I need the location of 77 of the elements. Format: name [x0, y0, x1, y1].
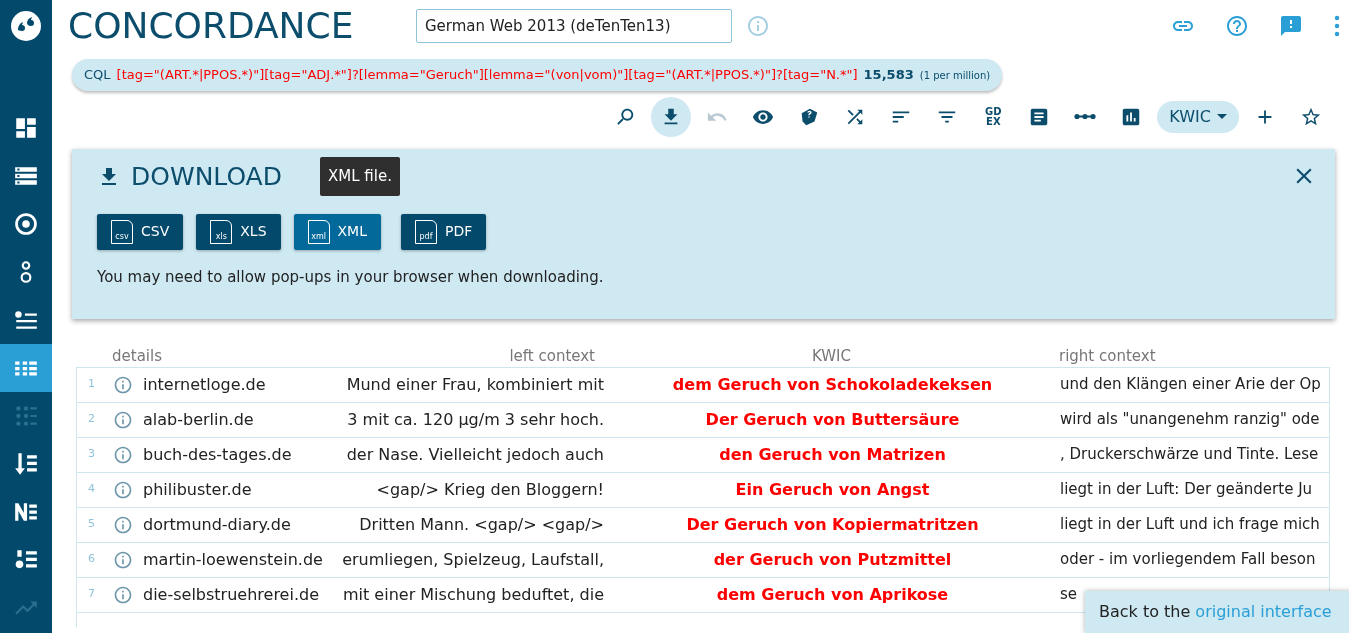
right-context: se — [1060, 585, 1078, 604]
dashboard-icon — [13, 115, 39, 141]
info-icon[interactable] — [113, 479, 133, 500]
keyword-in-context: Der Geruch von Kopiermatritzen — [686, 514, 979, 534]
info-icon[interactable] — [113, 444, 133, 465]
keyword-in-context: Der Geruch von Buttersäure — [705, 409, 960, 429]
more-icon[interactable] — [1333, 15, 1341, 37]
info-icon[interactable] — [113, 584, 133, 605]
back-text: Back to the — [1099, 601, 1191, 623]
source-domain: die-selbstruehrerei.de — [143, 583, 319, 606]
keyword-in-context: Ein Geruch von Angst — [735, 479, 930, 499]
row-number: 7 — [88, 587, 95, 601]
column-header: details — [112, 346, 162, 365]
download-format-button[interactable]: pdf PDF — [401, 213, 487, 250]
file-icon: pdf — [415, 219, 437, 244]
file-icon: xml — [307, 219, 330, 244]
keyword-in-context: der Geruch von Putzmittel — [713, 549, 952, 569]
file-icon: csv — [111, 219, 133, 244]
info-icon[interactable] — [113, 374, 133, 395]
keyword-in-context: dem Geruch von Aprikose — [716, 584, 949, 604]
popup-note: You may need to allow pop-ups in your browser when downloading. — [97, 266, 605, 288]
query-type-label: CQL — [84, 66, 111, 84]
source-domain: internetloge.de — [143, 373, 266, 396]
help-icon[interactable] — [1225, 14, 1249, 38]
left-context: 3 mit ca. 120 µg/m 3 sehr hoch. — [347, 409, 604, 429]
column-header: left context — [509, 346, 595, 365]
file-icon: xls — [210, 219, 233, 244]
hit-count: 15,583 — [863, 66, 914, 84]
right-context: oder - im vorliegendem Fall beson — [1060, 550, 1316, 569]
panel-title: DOWNLOAD — [131, 160, 282, 193]
row-number: 1 — [88, 377, 95, 391]
info-icon[interactable] — [113, 514, 133, 535]
source-domain: dortmund-diary.de — [143, 513, 291, 536]
dots-line-icon — [1073, 113, 1098, 120]
grid-icon — [13, 403, 39, 429]
keyword-in-context: dem Geruch von Schokoladekeksen — [672, 374, 993, 394]
row-number: 4 — [88, 482, 95, 496]
keyword-in-context: den Geruch von Matrizen — [719, 444, 946, 464]
query-text: [tag="(ART.*|PPOS.*)"][tag="ADJ.*"]?[lemma="Geruch"][lemma="(von|vom)"][tag="(ART.*|PPOS.*)"]?[tag="N.*"] — [116, 66, 858, 84]
row-number: 6 — [88, 552, 95, 566]
source-domain: alab-berlin.de — [143, 408, 254, 431]
download-format-button[interactable]: xls XLS — [196, 213, 281, 250]
download-format-button[interactable]: csv CSV — [97, 213, 184, 250]
info-icon[interactable] — [113, 549, 133, 570]
relative-frequency: (1 per million) — [919, 69, 991, 83]
row-number: 5 — [88, 517, 95, 531]
left-context: Dritten Mann. <gap/> <gap/> — [359, 514, 604, 534]
download-format-button[interactable]: xml XML — [293, 213, 381, 250]
gdex-button[interactable]: GD EX — [973, 96, 1014, 137]
left-context: <gap/> Krieg den Bloggern! — [376, 479, 604, 499]
info-icon[interactable] — [113, 409, 133, 430]
column-header: KWIC — [812, 346, 851, 365]
left-context: der Nase. Vielleicht jedoch auch — [346, 444, 604, 464]
source-domain: philibuster.de — [143, 478, 252, 501]
download-button[interactable] — [651, 96, 692, 137]
view-dropdown[interactable]: KWIC — [1157, 100, 1239, 133]
left-context: erumliegen, Spielzeug, Laufstall, — [342, 549, 604, 569]
tooltip: XML file. — [320, 157, 400, 196]
feedback-icon[interactable] — [1279, 14, 1303, 38]
right-context: liegt in der Luft und ich frage mich — [1060, 515, 1320, 534]
right-context: , Druckerschwärze und Tinte. Lese — [1060, 445, 1319, 464]
source-domain: buch-des-tages.de — [143, 443, 292, 466]
sort-down-icon — [13, 451, 39, 477]
source-domain: martin-loewenstein.de — [143, 548, 323, 571]
logo-icon — [10, 10, 42, 42]
corpus-select[interactable]: German Web 2013 (deTenTen13) — [416, 9, 732, 43]
app-title: CONCORDANCE — [68, 8, 355, 44]
caret-icon — [1217, 113, 1227, 120]
target-icon — [13, 211, 39, 237]
row-number: 2 — [88, 412, 95, 426]
right-context: und den Klängen einer Arie der Op — [1060, 375, 1321, 394]
right-context: wird als "unangenehm ranzig" ode — [1060, 410, 1320, 429]
row-number: 3 — [88, 447, 95, 461]
column-header: right context — [1059, 346, 1156, 365]
left-context: mit einer Mischung beduftet, die — [342, 584, 604, 604]
left-context: Mund einer Frau, kombiniert mit — [346, 374, 604, 394]
right-context: liegt in der Luft: Der geänderte Ju — [1060, 480, 1313, 499]
